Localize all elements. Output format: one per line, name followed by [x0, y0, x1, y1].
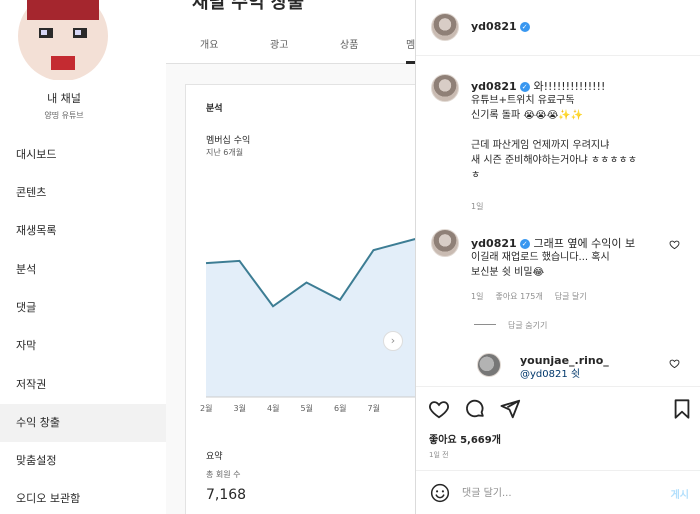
studio-main: 채널 수익 창출 개요 광고 상품 멤 분석 멤버십 수익 지난 6개월 › 요… [166, 0, 415, 514]
post-author[interactable]: yd0821 ✓ [471, 20, 530, 33]
comment-author-name[interactable]: yd0821 [471, 237, 517, 250]
studio-screenshot: 내 채널 양띵 유튜브 대시보드 콘텐츠 재생목록 분석 댓글 자막 저작권 수… [0, 0, 415, 514]
comment-line: 와!!!!!!!!!!!!!! [533, 80, 606, 93]
channel-avatar [18, 0, 108, 80]
sidebar-item-analytics[interactable]: 분석 [0, 251, 166, 289]
like-count[interactable]: 좋아요 5,669개 [429, 431, 501, 446]
sidebar-item-playlists[interactable]: 재생목록 [0, 212, 166, 250]
x-tick-label: 7월 [367, 404, 380, 413]
comment-avatar[interactable] [431, 229, 459, 257]
reply-author[interactable]: younjae_.rino_ [520, 354, 609, 367]
comment-time: 1일 [471, 202, 484, 211]
summary-label: 요약 [206, 452, 223, 462]
channel-handle: 양띵 유튜브 [44, 111, 84, 120]
like-comment-heart-icon[interactable] [669, 239, 680, 250]
sidebar-item-copyright[interactable]: 저작권 [0, 366, 166, 404]
comment-author-name[interactable]: yd0821 [471, 80, 517, 93]
sidebar-item-monetization[interactable]: 수익 창출 [0, 404, 166, 442]
sidebar-item-audio-library[interactable]: 오디오 보관함 [0, 480, 166, 514]
comment-line: 그래프 옆에 수익이 보 [533, 237, 636, 250]
like-heart-icon[interactable] [428, 398, 450, 420]
page-title: 채널 수익 창출 [192, 0, 304, 13]
x-tick-label: 3월 [233, 404, 246, 413]
x-tick-label: 2월 [200, 404, 213, 413]
comment-time: 1일 [471, 292, 484, 301]
comment-line: ㅎ [471, 170, 481, 181]
emoji-icon[interactable] [430, 483, 450, 503]
comment-meta: 1일 좋아요 175개 답글 달기 [471, 291, 599, 302]
active-tab-indicator [406, 61, 415, 64]
tab-overview[interactable]: 개요 [200, 36, 218, 51]
post-comment-button[interactable]: 게시 [671, 486, 689, 501]
tab-ads[interactable]: 광고 [270, 36, 288, 51]
analytics-card: 분석 멤버십 수익 지난 6개월 › 요약 총 회원 수 7,168 2월 3월 4… [185, 84, 415, 514]
sidebar-item-content[interactable]: 콘텐츠 [0, 174, 166, 212]
sidebar-item-comments[interactable]: 댓글 [0, 289, 166, 327]
tab-merch[interactable]: 상품 [340, 36, 358, 51]
sidebar-item-dashboard[interactable]: 대시보드 [0, 136, 166, 174]
hide-replies-button[interactable]: 답글 숨기기 [474, 320, 547, 331]
comment-meta: 1일 [471, 201, 495, 212]
verified-badge-icon: ✓ [519, 22, 530, 32]
studio-header: 채널 수익 창출 개요 광고 상품 멤 [166, 0, 415, 64]
x-tick-label: 5월 [300, 404, 313, 413]
share-plane-icon[interactable] [499, 398, 521, 420]
reply-button[interactable]: 답글 달기 [555, 292, 587, 301]
post-author-name[interactable]: yd0821 [471, 20, 517, 33]
comment-input[interactable] [462, 483, 642, 503]
reply-avatar[interactable] [477, 353, 501, 377]
reply-text: @yd0821 쉿 [520, 369, 581, 380]
comment-author[interactable]: yd0821 ✓ 그래프 옆에 수익이 보 [471, 235, 635, 251]
comment-bubble-icon[interactable] [464, 398, 486, 420]
comment-author[interactable]: yd0821 ✓ 와!!!!!!!!!!!!!! [471, 78, 605, 94]
comment-line: 신기록 돌파 😭😭😭✨✨ [471, 110, 584, 121]
tab-memberships[interactable]: 멤 [406, 36, 415, 51]
total-members-value: 7,168 [206, 487, 247, 503]
author-avatar[interactable] [431, 13, 459, 41]
x-tick-label: 4월 [267, 404, 280, 413]
post-time: 1일 전 [429, 451, 449, 459]
comment-line: 보신분 쉿 비밀😂 [471, 267, 545, 278]
bookmark-icon[interactable] [671, 398, 693, 420]
comment-line: 유튜브+트위치 유료구독 [471, 95, 575, 106]
comment-avatar[interactable] [431, 74, 459, 102]
comment-line: 새 시즌 준비해야하는거아냐 ㅎㅎㅎㅎㅎ [471, 155, 637, 166]
comment-line: 이길래 재업로드 했습니다... 혹시 [471, 252, 610, 263]
sidebar-item-customization[interactable]: 맞춤설정 [0, 442, 166, 480]
summary-metric: 총 회원 수 [206, 470, 241, 479]
like-reply-heart-icon[interactable] [669, 358, 680, 369]
instagram-panel: yd0821 ✓ yd0821 ✓ 와!!!!!!!!!!!!!! 유튜브+트위치 … [415, 0, 700, 514]
post-actions: 좋아요 5,669개 1일 전 게시 [416, 386, 700, 514]
sidebar-item-subtitles[interactable]: 자막 [0, 327, 166, 365]
verified-badge-icon: ✓ [519, 82, 530, 92]
x-tick-label: 6월 [334, 404, 347, 413]
studio-sidebar: 내 채널 양띵 유튜브 대시보드 콘텐츠 재생목록 분석 댓글 자막 저작권 수… [0, 0, 166, 514]
post-header: yd0821 ✓ [416, 0, 700, 56]
channel-name: 내 채널 [47, 92, 81, 105]
comment-line: 근데 파산게임 언제까지 우려지냐 [471, 140, 610, 151]
comment-like-count[interactable]: 좋아요 175개 [495, 292, 542, 301]
verified-badge-icon: ✓ [519, 239, 530, 249]
comment-bar: 게시 [416, 470, 700, 514]
chevron-right-icon[interactable]: › [383, 331, 403, 351]
